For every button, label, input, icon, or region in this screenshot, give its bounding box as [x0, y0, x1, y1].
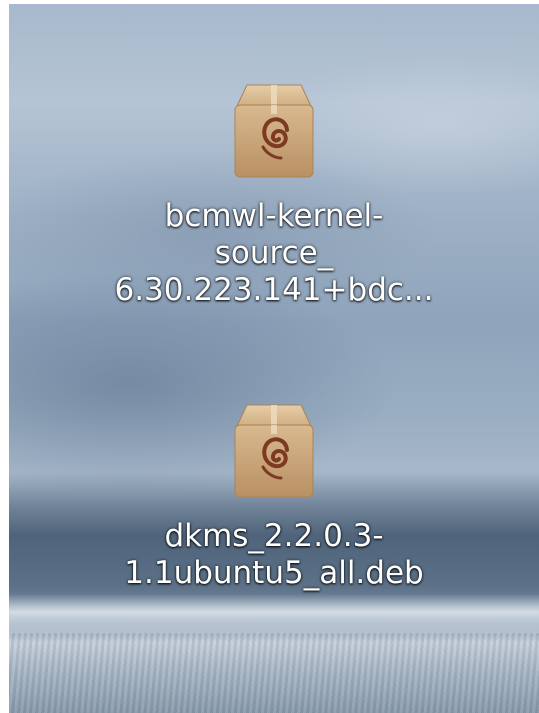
file-name-line: source_	[214, 235, 334, 271]
debian-package-icon	[234, 84, 314, 178]
desktop: bcmwl-kernel- source_ 6.30.223.141+bdc..…	[9, 4, 539, 713]
file-name-line: 1.1ubuntu5_all.deb	[124, 555, 424, 591]
wallpaper-surf	[9, 594, 539, 634]
desktop-file-bcmwl-kernel-source[interactable]: bcmwl-kernel- source_ 6.30.223.141+bdc..…	[84, 80, 464, 309]
file-name-line: 6.30.223.141+bdc...	[114, 272, 434, 308]
debian-package-icon	[234, 404, 314, 498]
file-name-line: bcmwl-kernel-	[164, 198, 384, 234]
wallpaper-beach	[9, 633, 539, 713]
file-name-label: bcmwl-kernel- source_ 6.30.223.141+bdc..…	[84, 198, 464, 309]
desktop-file-dkms[interactable]: dkms_2.2.0.3- 1.1ubuntu5_all.deb	[84, 400, 464, 592]
file-name-line: dkms_2.2.0.3-	[164, 518, 384, 554]
file-name-label: dkms_2.2.0.3- 1.1ubuntu5_all.deb	[84, 518, 464, 592]
